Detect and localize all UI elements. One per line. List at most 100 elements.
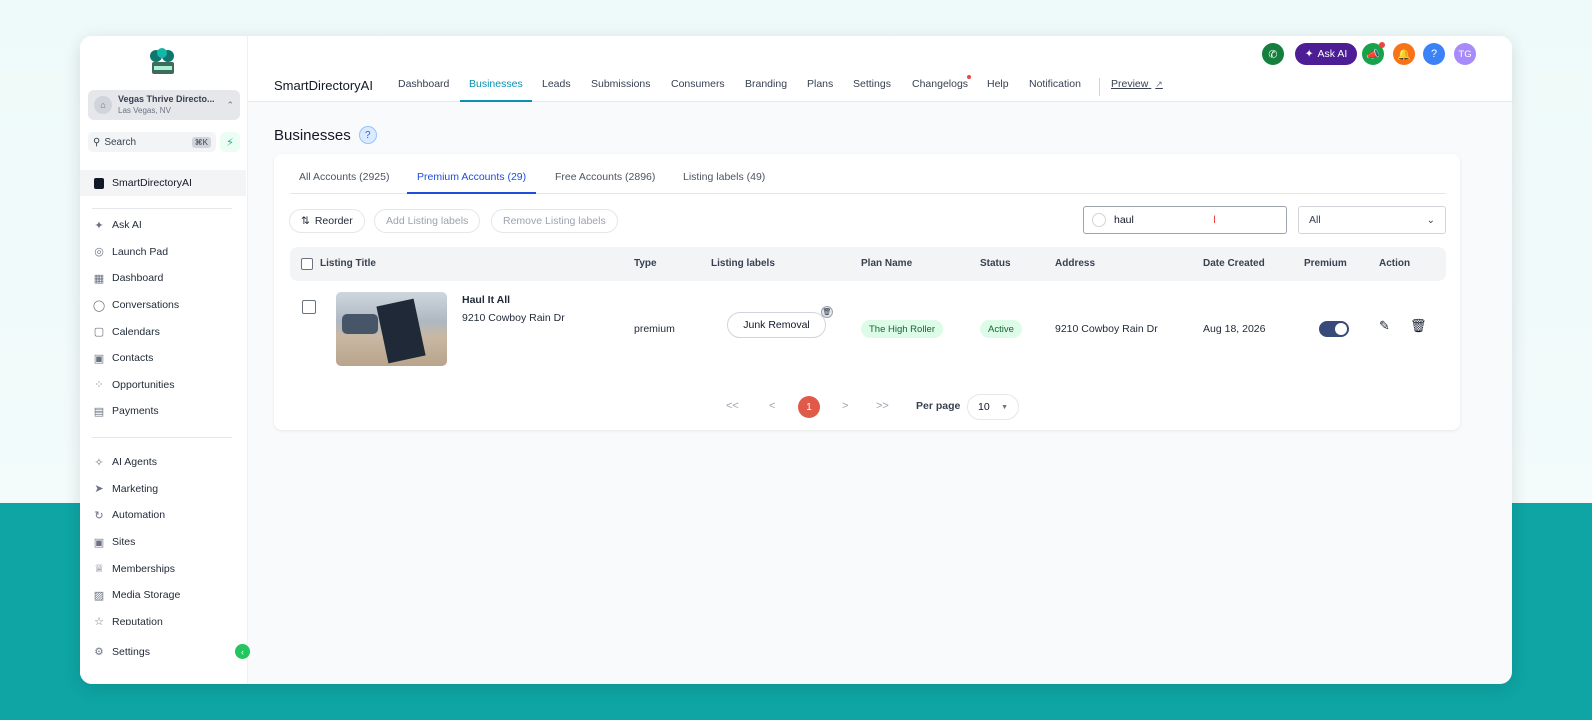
reorder-label: Reorder <box>314 215 353 227</box>
table-row: Haul It All 9210 Cowboy Rain Dr premium … <box>290 288 1446 372</box>
nav-businesses[interactable]: Businesses <box>460 72 532 102</box>
page-title: Businesses ? <box>274 126 377 144</box>
col-listing-title[interactable]: Listing Title <box>320 247 376 281</box>
nav-dashboard[interactable]: Dashboard <box>398 72 449 102</box>
help-icon: ? <box>1430 48 1438 60</box>
sidebar-item-label: Dashboard <box>112 272 164 285</box>
nav-branding[interactable]: Branding <box>745 72 787 102</box>
nav-notification[interactable]: Notification <box>1029 72 1081 102</box>
listing-search-input[interactable]: haul I <box>1083 206 1287 234</box>
col-address[interactable]: Address <box>1055 247 1095 281</box>
ask-ai-button[interactable]: ✦ Ask AI <box>1295 43 1357 65</box>
trash-icon[interactable]: 🗑 <box>821 306 833 318</box>
ask-ai-label: Ask AI <box>1317 48 1348 60</box>
sidebar-item-dashboard[interactable]: ▦ Dashboard <box>80 265 248 292</box>
reorder-button[interactable]: ⇅ Reorder <box>289 209 365 233</box>
per-page-select[interactable]: 10 ▼ <box>967 394 1019 420</box>
listing-title[interactable]: Haul It All <box>462 294 510 306</box>
nav-submissions[interactable]: Submissions <box>591 72 651 102</box>
col-status[interactable]: Status <box>980 247 1011 281</box>
caret-down-icon: ▼ <box>1001 403 1008 411</box>
nav-changelogs[interactable]: Changelogs <box>912 72 968 102</box>
first-page-button[interactable]: << <box>726 394 739 418</box>
sidebar-item-media-storage[interactable]: ▨ Media Storage <box>80 582 248 609</box>
sidebar-item-label: Reputation <box>112 615 163 625</box>
collapse-sidebar-button[interactable]: ‹ <box>235 644 250 659</box>
col-date-created[interactable]: Date Created <box>1203 247 1265 281</box>
sidebar-item-ai-agents[interactable]: ✧ AI Agents <box>80 449 248 476</box>
ai-agents-icon: ✧ <box>94 456 104 469</box>
sidebar-search-label: Search <box>104 136 137 148</box>
row-checkbox[interactable] <box>302 300 316 314</box>
add-listing-labels-button[interactable]: Add Listing labels <box>374 209 481 233</box>
sidebar-item-label: Conversations <box>112 299 180 312</box>
sidebar-search[interactable]: ⚲ Search ⌘K <box>88 132 216 152</box>
listing-subtitle: 9210 Cowboy Rain Dr <box>462 312 565 324</box>
next-page-button[interactable]: > <box>842 394 848 418</box>
launch-pad-icon: ◎ <box>94 246 104 259</box>
tab-listing-labels[interactable]: Listing labels (49) <box>683 154 765 194</box>
sidebar: ⌂ Vegas Thrive Directo... Las Vegas, NV … <box>80 36 250 684</box>
location-switcher[interactable]: ⌂ Vegas Thrive Directo... Las Vegas, NV … <box>88 90 240 120</box>
sidebar-item-memberships[interactable]: ♕ Memberships <box>80 555 248 582</box>
automation-icon: ↻ <box>94 509 104 522</box>
user-avatar[interactable]: TG <box>1454 43 1476 65</box>
sidebar-item-contacts[interactable]: ▣ Contacts <box>80 345 248 372</box>
sidebar-item-label: Launch Pad <box>112 245 169 258</box>
nav-help[interactable]: Help <box>987 72 1009 102</box>
listing-label-chip[interactable]: Junk Removal <box>727 312 826 338</box>
text-cursor-icon: I <box>1212 214 1216 226</box>
sidebar-item-reputation[interactable]: ☆ Reputation <box>80 609 248 625</box>
chevron-down-icon: ⌄ <box>1426 214 1435 226</box>
sidebar-item-conversations[interactable]: ◯ Conversations <box>80 292 248 319</box>
select-all-checkbox[interactable] <box>301 258 313 270</box>
tab-free-accounts[interactable]: Free Accounts (2896) <box>555 154 655 194</box>
help-circle-icon[interactable]: ? <box>358 126 377 144</box>
sidebar-item-ask-ai[interactable]: ✦ Ask AI <box>80 212 248 239</box>
sidebar-item-smartdirectoryai[interactable]: SmartDirectoryAI <box>80 170 246 196</box>
tab-all-accounts[interactable]: All Accounts (2925) <box>299 154 389 194</box>
sidebar-item-payments[interactable]: ▤ Payments <box>80 398 248 425</box>
help-button[interactable]: ? <box>1423 43 1445 65</box>
avatar-initials: TG <box>1458 48 1472 60</box>
nav-preview[interactable]: Preview ↗ <box>1111 72 1163 102</box>
bell-icon[interactable]: 🔔 <box>1393 43 1415 65</box>
sidebar-item-label: AI Agents <box>112 456 157 469</box>
sidebar-item-launch-pad[interactable]: ◎ Launch Pad <box>80 239 248 266</box>
phone-icon[interactable]: ✆ <box>1262 43 1284 65</box>
nav-consumers[interactable]: Consumers <box>671 72 725 102</box>
listing-type: premium <box>634 323 675 335</box>
sidebar-divider <box>92 437 232 438</box>
location-icon: ⌂ <box>94 96 112 114</box>
col-type[interactable]: Type <box>634 247 657 281</box>
conversations-icon: ◯ <box>92 299 106 312</box>
notification-dot <box>1379 42 1385 48</box>
sidebar-item-sites[interactable]: ▣ Sites <box>80 529 248 556</box>
sidebar-item-marketing[interactable]: ➤ Marketing <box>80 476 248 503</box>
page-1-button[interactable]: 1 <box>798 396 820 418</box>
sidebar-item-opportunities[interactable]: ⁘ Opportunities <box>80 372 248 399</box>
search-value: haul <box>1114 214 1134 226</box>
nav-settings[interactable]: Settings <box>853 72 891 102</box>
sidebar-item-settings[interactable]: ⚙ Settings <box>80 642 248 662</box>
prev-page-button[interactable]: < <box>769 394 775 418</box>
listing-thumbnail[interactable] <box>336 292 447 366</box>
calendars-icon: ▢ <box>93 326 105 339</box>
col-premium[interactable]: Premium <box>1304 247 1347 281</box>
premium-toggle[interactable] <box>1319 321 1349 337</box>
col-plan-name[interactable]: Plan Name <box>861 247 912 281</box>
sidebar-item-calendars[interactable]: ▢ Calendars <box>80 318 248 345</box>
nav-plans[interactable]: Plans <box>807 72 833 102</box>
quick-action-bolt-icon[interactable]: ⚡ <box>220 132 240 152</box>
edit-pencil-icon[interactable]: ✎ <box>1379 318 1390 334</box>
location-name: Vegas Thrive Directo... <box>118 94 215 104</box>
tab-premium-accounts[interactable]: Premium Accounts (29) <box>407 154 537 194</box>
last-page-button[interactable]: >> <box>876 394 889 418</box>
sidebar-item-automation[interactable]: ↻ Automation <box>80 502 248 529</box>
status-badge: Active <box>980 320 1022 338</box>
delete-trash-icon[interactable]: 🗑 <box>1410 318 1427 334</box>
filter-select[interactable]: All ⌄ <box>1298 206 1446 234</box>
nav-leads[interactable]: Leads <box>542 72 571 102</box>
col-listing-labels[interactable]: Listing labels <box>711 247 775 281</box>
remove-listing-labels-button[interactable]: Remove Listing labels <box>491 209 618 233</box>
